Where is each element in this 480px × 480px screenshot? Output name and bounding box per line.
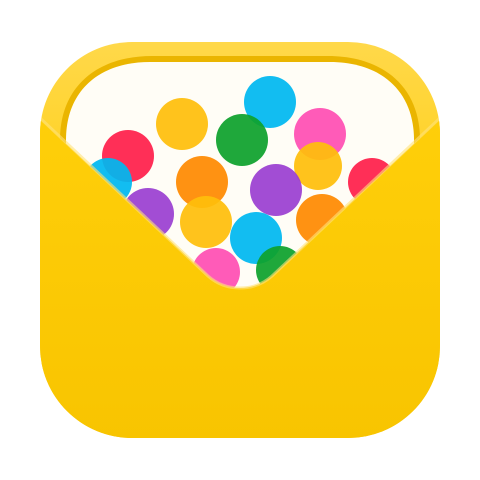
app-store-icon-canvas [0,0,480,480]
confetti-dot [156,98,208,150]
confetti-dot [216,114,268,166]
confetti-dot [294,142,342,190]
envelope-confetti-icon [40,42,440,438]
confetti-dot [250,164,302,216]
confetti-dot [180,196,232,248]
